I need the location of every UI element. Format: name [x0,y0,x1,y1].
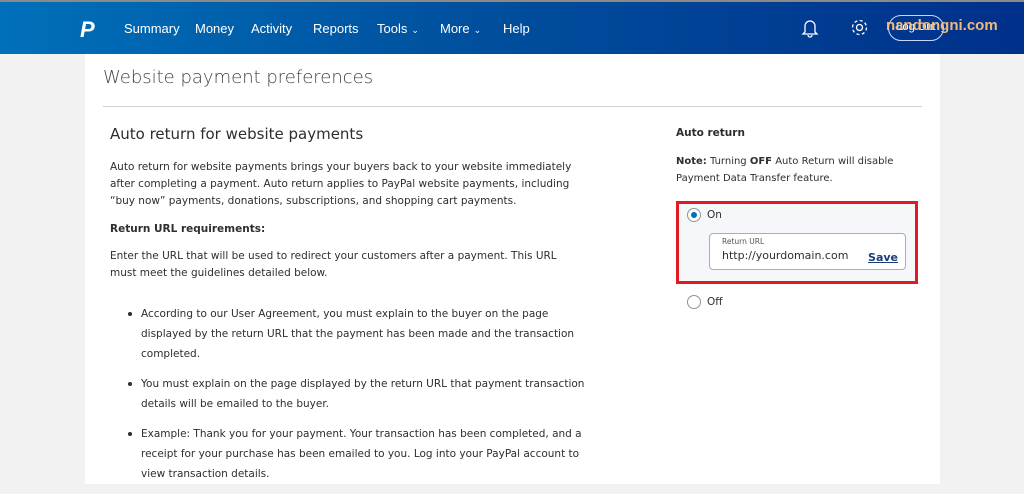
gear-icon[interactable] [849,17,870,38]
return-url-input[interactable]: Return URL http://yourdomain.com Save [709,233,906,270]
chevron-down-icon: ⌄ [411,25,419,35]
requirements-heading: Return URL requirements: [110,223,266,235]
nav-summary[interactable]: Summary [124,21,180,36]
requirements-text: Enter the URL that will be used to redir… [110,250,557,279]
note-text: Turning [706,156,750,167]
top-nav-bar: P Summary Money Activity Reports Tools ⌄ … [0,0,1024,54]
note-label: Note: [676,156,707,167]
bell-icon[interactable] [801,18,819,38]
nav-money[interactable]: Money [195,21,234,36]
paypal-logo[interactable]: P [80,17,100,42]
section-heading: Auto return for website payments [110,125,364,143]
nav-more[interactable]: More ⌄ [440,21,481,36]
nav-help[interactable]: Help [503,21,530,36]
radio-on-label[interactable]: On [707,209,722,221]
divider [103,106,922,107]
auto-return-heading: Auto return [676,127,745,139]
watermark: nandongni.com [886,17,998,34]
note-off: OFF [749,156,773,167]
nav-reports[interactable]: Reports [313,21,359,36]
return-url-value[interactable]: http://yourdomain.com [722,249,848,262]
radio-off-label[interactable]: Off [707,296,723,308]
list-item: Example: Thank you for your payment. You… [128,424,588,484]
auto-return-note: Note: Turning OFF Auto Return will disab… [676,153,896,187]
list-item: According to our User Agreement, you mus… [128,304,588,364]
nav-activity[interactable]: Activity [251,21,292,36]
save-button[interactable]: Save [868,251,898,264]
chevron-down-icon: ⌄ [473,25,482,35]
list-item: You must explain on the page displayed b… [128,374,588,414]
intro-text: Auto return for website payments brings … [110,161,572,207]
page-title: Website payment preferences [103,67,374,88]
nav-tools[interactable]: Tools ⌄ [377,21,419,36]
radio-off[interactable] [687,295,701,309]
radio-on[interactable] [687,208,701,222]
requirements-list: According to our User Agreement, you mus… [128,304,588,494]
nav-more-label: More [440,21,470,36]
return-url-label: Return URL [722,237,765,246]
nav-tools-label: Tools [377,21,408,36]
